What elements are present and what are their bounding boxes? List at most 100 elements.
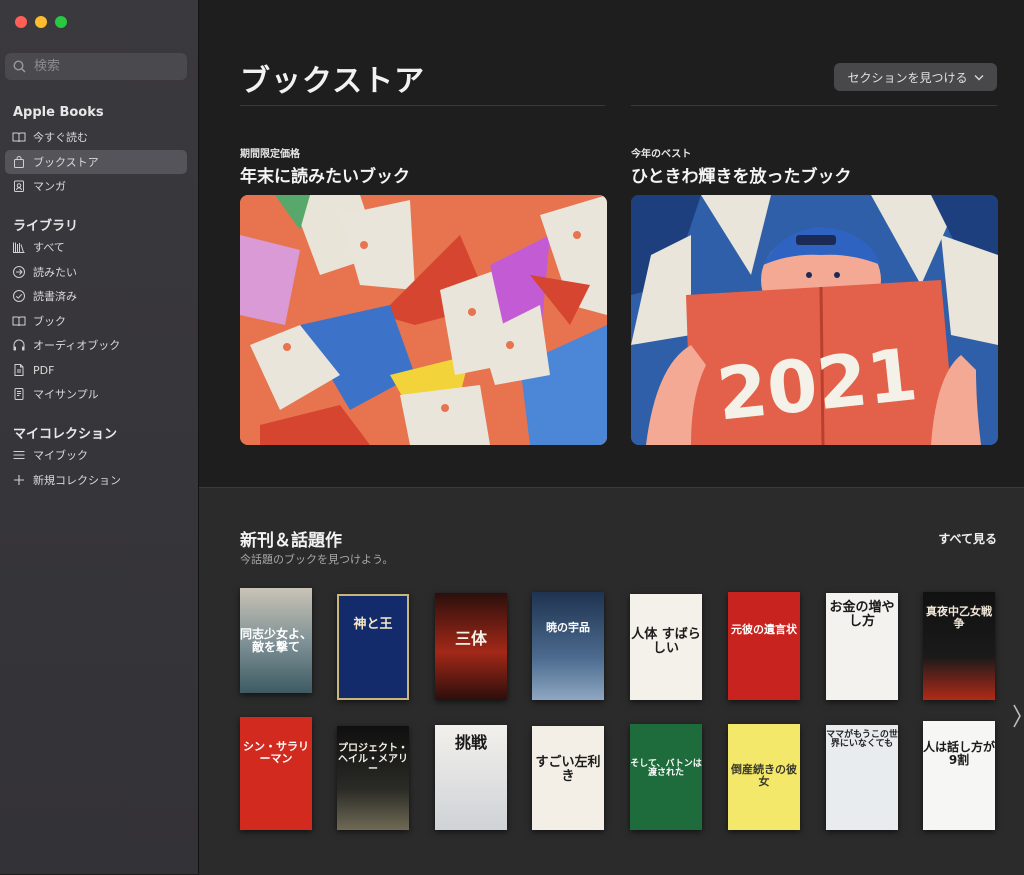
- feature-title[interactable]: 年末に読みたいブック: [240, 162, 410, 187]
- sidebar-item-new-collection[interactable]: 新規コレクション: [5, 468, 187, 492]
- arrow-circle-icon: [13, 266, 25, 278]
- feature-eyebrow: 期間限定価格: [240, 149, 300, 160]
- sample-icon: [14, 388, 24, 400]
- sidebar-item-all[interactable]: すべて: [5, 235, 187, 259]
- book-cover[interactable]: そして、バトンは渡された: [630, 724, 702, 830]
- book-cover[interactable]: プロジェクト・ヘイル・メアリー: [337, 726, 409, 830]
- book-cover[interactable]: 元彼の遺言状: [728, 592, 800, 700]
- section-title-apple-books: Apple Books: [13, 105, 104, 120]
- search-icon: [13, 60, 26, 73]
- book-cover[interactable]: 人は話し方が9割: [923, 721, 995, 830]
- page-title: ブックストア: [240, 64, 426, 99]
- sidebar-item-label: すべて: [33, 241, 65, 254]
- book-title: 人体 すばらしい: [631, 627, 701, 656]
- sidebar-item-books[interactable]: ブック: [5, 309, 187, 333]
- sidebar-item-bookstore[interactable]: ブックストア: [5, 150, 187, 174]
- book-title: 同志少女よ、敵を撃て: [240, 627, 312, 654]
- book-cover[interactable]: 倒産続きの彼女: [728, 724, 800, 830]
- book-cover[interactable]: 三体: [435, 593, 507, 700]
- divider: [240, 105, 605, 106]
- book-title: お金の増やし方: [829, 600, 895, 629]
- banner-illustration: 2021: [631, 195, 998, 445]
- main-content: ブックストア セクションを見つける 期間限定価格 年末に読みたいブック 今年のベ…: [199, 0, 1024, 875]
- chevron-down-icon: [974, 74, 983, 80]
- book-title: 元彼の遺言状: [731, 623, 797, 636]
- sidebar-item-label: ブック: [33, 315, 66, 328]
- book-cover[interactable]: 同志少女よ、敵を撃て: [240, 588, 312, 693]
- sidebar-item-label: マイブック: [33, 449, 88, 462]
- book-cover[interactable]: すごい左利き: [532, 726, 604, 830]
- feature-banner-year-end[interactable]: [240, 195, 607, 445]
- list-icon: [13, 451, 25, 459]
- see-all-link[interactable]: すべて見る: [938, 530, 997, 547]
- book-title: 暁の宇品: [546, 621, 590, 634]
- book-title: 人は話し方が9割: [923, 740, 995, 767]
- book-title: 三体: [454, 629, 487, 648]
- book-cover[interactable]: 暁の宇品: [532, 592, 604, 700]
- sidebar-item-label: 読みたい: [33, 266, 77, 279]
- plus-icon: [14, 475, 24, 485]
- book-title: 神と王: [353, 617, 393, 632]
- minimize-window-button[interactable]: [35, 16, 47, 28]
- book-title: 真夜中乙女戦争: [926, 605, 992, 630]
- section-heading[interactable]: 新刊＆話題作: [240, 526, 342, 551]
- sidebar-item-label: ブックストア: [33, 156, 99, 169]
- book-title: プロジェクト・ヘイル・メアリー: [338, 743, 408, 775]
- sidebar-item-samples[interactable]: マイサンプル: [5, 382, 187, 406]
- book-cover[interactable]: 挑戦: [435, 725, 507, 830]
- book-title: すごい左利き: [535, 755, 601, 784]
- sidebar: Apple Books 今すぐ読む ブックストア マンガ ライブラリ すべて 読…: [0, 0, 199, 874]
- book-title: そして、バトンは渡された: [630, 759, 702, 779]
- find-sections-button[interactable]: セクションを見つける: [834, 63, 997, 91]
- find-sections-label: セクションを見つける: [847, 70, 968, 85]
- sidebar-item-label: 新規コレクション: [33, 474, 121, 487]
- sidebar-item-audiobooks[interactable]: オーディオブック: [5, 333, 187, 357]
- section-subtitle: 今話題のブックを見つけよう。: [240, 553, 394, 566]
- book-title: 挑戦: [454, 733, 487, 752]
- sidebar-item-my-books[interactable]: マイブック: [5, 443, 187, 467]
- book-cover[interactable]: シン・サラリーマン: [240, 717, 312, 830]
- sidebar-item-manga[interactable]: マンガ: [5, 174, 187, 198]
- sidebar-item-label: マイサンプル: [33, 388, 99, 401]
- feature-eyebrow: 今年のベスト: [631, 149, 692, 160]
- shopping-bag-icon: [14, 156, 24, 168]
- sidebar-item-label: マンガ: [33, 180, 66, 193]
- sidebar-item-label: 読書済み: [33, 290, 77, 303]
- headphones-icon: [13, 339, 25, 351]
- book-cover[interactable]: ママがもうこの世界にいなくても: [826, 725, 898, 830]
- book-open-icon: [12, 316, 26, 327]
- sidebar-item-pdf[interactable]: PDF: [5, 358, 187, 382]
- document-icon: [14, 364, 24, 376]
- sidebar-item-label: PDF: [33, 363, 55, 377]
- window-controls: [15, 16, 67, 28]
- sidebar-item-read-now[interactable]: 今すぐ読む: [5, 125, 187, 149]
- chevron-right-icon: [1013, 704, 1021, 728]
- close-window-button[interactable]: [15, 16, 27, 28]
- zoom-window-button[interactable]: [55, 16, 67, 28]
- feature-banner-best-of-year[interactable]: 2021: [631, 195, 998, 445]
- book-title: シン・サラリーマン: [243, 740, 309, 765]
- book-cover[interactable]: お金の増やし方: [826, 593, 898, 700]
- library-icon: [13, 242, 25, 253]
- search-box[interactable]: [5, 53, 187, 80]
- sidebar-item-label: 今すぐ読む: [33, 131, 88, 144]
- book-title: ママがもうこの世界にいなくても: [826, 730, 898, 750]
- divider: [631, 105, 997, 106]
- sidebar-item-want-to-read[interactable]: 読みたい: [5, 260, 187, 284]
- section-title-collections: マイコレクション: [13, 427, 118, 442]
- manga-icon: [14, 180, 24, 192]
- search-input[interactable]: [32, 58, 176, 75]
- sidebar-item-finished[interactable]: 読書済み: [5, 284, 187, 308]
- book-cover[interactable]: 人体 すばらしい: [630, 594, 702, 700]
- new-releases-section: 新刊＆話題作 今話題のブックを見つけよう。 すべて見る: [199, 487, 1024, 875]
- feature-title[interactable]: ひときわ輝きを放ったブック: [631, 162, 852, 187]
- book-cover[interactable]: 神と王: [337, 594, 409, 700]
- section-title-library: ライブラリ: [13, 219, 79, 234]
- book-cover[interactable]: 真夜中乙女戦争: [923, 592, 995, 700]
- carousel-next-button[interactable]: [1012, 703, 1022, 736]
- check-circle-icon: [13, 290, 25, 302]
- book-open-icon: [12, 132, 26, 143]
- book-title: 倒産続きの彼女: [731, 763, 797, 788]
- sidebar-item-label: オーディオブック: [33, 339, 121, 352]
- banner-illustration: [240, 195, 607, 445]
